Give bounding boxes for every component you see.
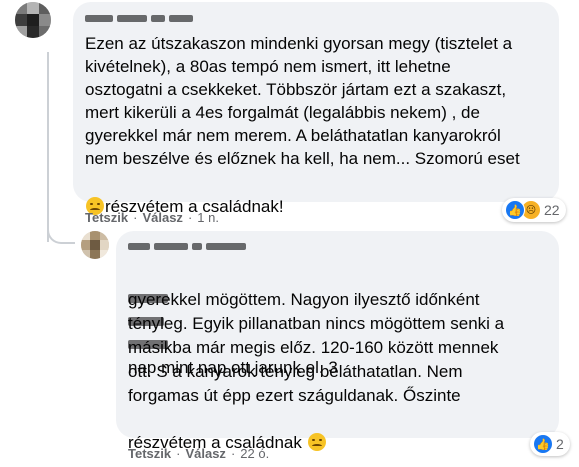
reply-avatar[interactable] [81, 231, 109, 259]
reply-button[interactable]: Válasz [185, 446, 225, 461]
comment-line: mert kikerüli a 4es forgalmát (legalábbi… [85, 103, 480, 122]
comment-line: nem beszélve és előznek ha kell, ha nem.… [85, 149, 520, 168]
timestamp[interactable]: 22 ó. [240, 446, 269, 461]
reaction-summary[interactable]: 👍 ☹ 22 [502, 198, 566, 222]
reaction-count: 2 [556, 436, 564, 452]
reply-line: forgamas út épp ezert száguldanak. Őszin… [128, 386, 461, 405]
separator-dot: · [230, 446, 236, 461]
separator-dot: · [187, 210, 193, 225]
thread-line [47, 52, 49, 242]
reaction-summary[interactable]: 👍 2 [530, 432, 570, 456]
separator-dot: · [133, 210, 138, 225]
comment-line: kivételnek), a 80as tempó nem ismert, it… [85, 57, 451, 76]
comment-actions: Tetszik · Válasz · 1 n. [85, 210, 219, 225]
thread-connector [47, 218, 75, 244]
like-icon: 👍 [533, 434, 553, 454]
separator-dot: · [176, 446, 181, 461]
comment-author-name[interactable] [85, 12, 193, 24]
reply-line: másikba már megis előz. 120-160 között m… [128, 338, 499, 357]
comment-line: Ezen az útszakaszon mindenki gyorsan meg… [85, 34, 513, 53]
timestamp[interactable]: 1 n. [197, 210, 219, 225]
reply-author-name[interactable] [128, 240, 246, 252]
reply-actions: Tetszik · Válasz · 22 ó. [128, 446, 269, 461]
comment-line: gyerekkel már nem merem. A beláthatatlan… [85, 126, 501, 145]
reaction-count: 22 [544, 202, 560, 218]
reply-button[interactable]: Válasz [142, 210, 182, 225]
reply-line: ott. S a kanyarok tényleg beláthatatlan.… [128, 362, 463, 381]
comment-line: osztogatni a csekkeket. Többször jártam … [85, 80, 507, 99]
like-icon: 👍 [505, 200, 525, 220]
avatar[interactable] [15, 2, 51, 38]
like-button[interactable]: Tetszik [128, 446, 171, 461]
reply-line: gyerekkel mögöttem. Nagyon ilyesztő időn… [128, 290, 480, 309]
sad-face-emoji-icon [307, 433, 326, 451]
reply-line: tényleg. Egyik pillanatban nincs mögötte… [128, 314, 505, 333]
like-button[interactable]: Tetszik [85, 210, 128, 225]
